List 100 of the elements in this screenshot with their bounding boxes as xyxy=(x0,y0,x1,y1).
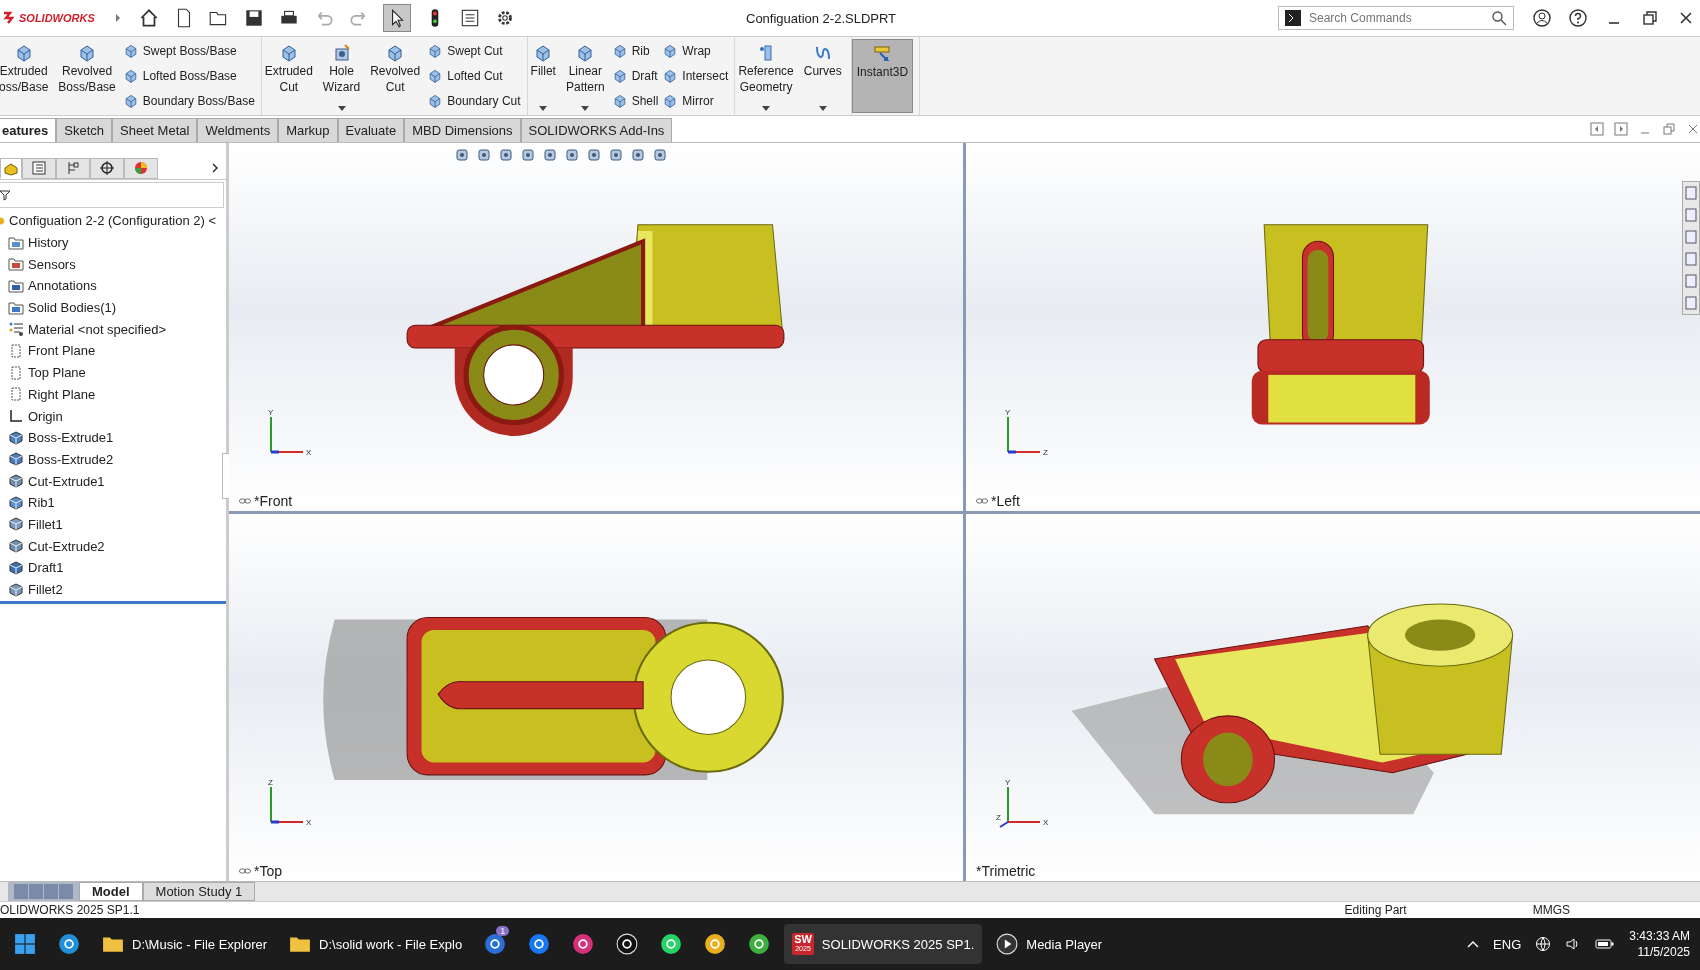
feature-icon xyxy=(8,429,24,446)
tree-item[interactable]: Right Plane xyxy=(0,383,226,406)
ribbon-button[interactable]: Extruded Cut xyxy=(261,39,316,113)
tree-item[interactable]: History xyxy=(0,231,226,254)
mode-text: Editing Part xyxy=(1344,903,1407,917)
feature-icon xyxy=(8,538,24,555)
filter-field[interactable] xyxy=(0,182,224,208)
logo-mark-icon xyxy=(2,11,16,25)
tree-item[interactable]: Configuation 2-2 (Configuration 2) < xyxy=(0,210,226,232)
tree-item[interactable]: Annotations xyxy=(0,275,226,297)
clock-date[interactable]: 11/5/2025 xyxy=(1637,945,1690,959)
ribbon-button[interactable]: Instant3D xyxy=(851,39,914,113)
ribbon-button[interactable]: Wrap xyxy=(662,43,729,60)
folder-icon xyxy=(8,299,24,316)
ribbon-button[interactable]: Swept Cut xyxy=(427,43,521,60)
tree-item[interactable]: Cut-Extrude1 xyxy=(0,470,226,492)
terminal-icon xyxy=(1285,10,1301,26)
ribbon-button[interactable]: Curves xyxy=(800,39,845,113)
taskbar-app[interactable]: D:\Music - File Explorer xyxy=(94,924,276,964)
help-icon[interactable] xyxy=(1568,8,1588,28)
tile-right-icon[interactable] xyxy=(1614,122,1628,136)
ribbon-button[interactable]: Lofted Boss/Base xyxy=(122,68,255,84)
ribbon-button[interactable]: Hole Wizard xyxy=(319,39,364,113)
tree-item[interactable]: Fillet2 xyxy=(0,578,226,601)
language-indicator[interactable]: ENG xyxy=(1493,936,1522,952)
tree-item[interactable]: Draft1 xyxy=(0,557,226,579)
taskbar-app[interactable]: Media Player xyxy=(988,924,1155,964)
ribbon-button[interactable]: Intersect xyxy=(662,68,729,84)
folder-icon xyxy=(289,935,312,953)
tree-item[interactable]: Top Plane xyxy=(0,361,226,384)
axis-triad-icon xyxy=(999,786,1041,828)
tree-icon xyxy=(65,160,81,176)
taskbar-app[interactable]: 1 xyxy=(476,924,515,964)
save-icon[interactable] xyxy=(243,7,265,29)
chevron-right-icon[interactable] xyxy=(210,162,220,174)
ribbon-button[interactable]: Fillet xyxy=(527,39,559,113)
axis-label: X xyxy=(1043,818,1049,827)
home-icon[interactable] xyxy=(138,7,160,29)
user-icon[interactable] xyxy=(1532,8,1552,28)
ribbon-button[interactable]: Draft xyxy=(611,68,659,84)
command-tab[interactable]: Evaluate xyxy=(337,118,405,142)
clock-time[interactable]: 3:43:33 AM xyxy=(1629,929,1690,943)
expand-menu-icon[interactable] xyxy=(114,13,122,23)
bottom-tab[interactable]: Model xyxy=(79,882,143,901)
ribbon-button[interactable]: Boundary Cut xyxy=(427,92,521,109)
units-text[interactable]: MMGS xyxy=(1532,903,1570,917)
tree-item[interactable]: Sensors xyxy=(0,253,226,276)
command-tab[interactable]: Sketch xyxy=(56,118,112,142)
viewport[interactable]: Y Z X *Trimetric xyxy=(966,513,1700,881)
ribbon-button[interactable]: Revolved Cut xyxy=(367,39,424,113)
command-tab[interactable]: Sheet Metal xyxy=(112,118,198,142)
command-tab[interactable]: SOLIDWORKS Add-Ins xyxy=(520,118,673,142)
tree-item[interactable]: Cut-Extrude2 xyxy=(0,535,226,557)
feature-icon xyxy=(8,451,24,468)
tree-item[interactable]: Boss-Extrude2 xyxy=(0,448,226,471)
tile-left-icon[interactable] xyxy=(1590,122,1604,136)
link-icon xyxy=(239,496,251,505)
color-wheel-icon xyxy=(133,160,149,176)
ribbon-button[interactable]: Reference Geometry xyxy=(735,39,797,113)
taskbar-app[interactable]: D:\solid work - File Explo xyxy=(281,924,471,964)
chevron-up-icon[interactable] xyxy=(1467,940,1480,948)
ribbon-button[interactable]: Swept Boss/Base xyxy=(122,43,255,60)
tree-item[interactable]: Material <not specified> xyxy=(0,318,226,341)
tree-item[interactable]: Origin xyxy=(0,405,226,427)
restore-icon[interactable] xyxy=(1640,8,1660,28)
ribbon-button[interactable]: Lofted Cut xyxy=(427,68,521,84)
panel-tab[interactable] xyxy=(90,157,124,179)
viewport[interactable]: Y X *Front xyxy=(229,143,963,511)
axis-label: Y xyxy=(268,407,274,417)
ribbon-button[interactable]: Shell xyxy=(611,92,659,109)
globe-icon[interactable] xyxy=(1535,936,1552,952)
folder-icon xyxy=(102,935,124,953)
list-icon[interactable] xyxy=(459,7,481,29)
command-tab[interactable]: Markup xyxy=(278,118,338,142)
app-label: Media Player xyxy=(1026,936,1103,952)
notification-badge: 1 xyxy=(496,926,510,936)
ribbon-button[interactable]: Linear Pattern xyxy=(562,39,608,113)
command-tab[interactable]: eatures xyxy=(0,118,57,142)
battery-icon[interactable] xyxy=(1595,938,1616,950)
command-tab[interactable]: Weldments xyxy=(197,118,279,142)
tree-item[interactable]: Boss-Extrude1 xyxy=(0,426,226,449)
tree-item[interactable]: Fillet1 xyxy=(0,513,226,536)
ribbon-button[interactable]: Extruded oss/Base xyxy=(0,39,52,113)
windows-logo-icon xyxy=(14,933,36,955)
bottom-tab[interactable]: Motion Study 1 xyxy=(142,882,256,901)
tree-item[interactable]: Front Plane xyxy=(0,340,226,362)
command-tab[interactable]: MBD Dimensions xyxy=(404,118,521,142)
tree-item[interactable]: Rib1 xyxy=(0,491,226,514)
ribbon-button[interactable]: Rib xyxy=(611,43,659,60)
view-name: *Left xyxy=(991,492,1020,509)
ribbon-button[interactable]: Boundary Boss/Base xyxy=(122,92,255,109)
document-title: Configuation 2-2.SLDPRT xyxy=(746,10,898,26)
ribbon-button[interactable]: Revolved Boss/Base xyxy=(55,39,119,113)
version-text: OLIDWORKS 2025 SP1.1 xyxy=(0,903,140,917)
tree-item[interactable]: Solid Bodies(1) xyxy=(0,296,226,319)
ribbon-button[interactable]: Mirror xyxy=(662,92,729,109)
search-input[interactable]: Search Commands xyxy=(1307,10,1485,26)
axis-label: X xyxy=(306,818,312,827)
search-field[interactable]: Search Commands xyxy=(1278,6,1514,30)
viewport[interactable]: Z X *Top xyxy=(229,513,963,881)
